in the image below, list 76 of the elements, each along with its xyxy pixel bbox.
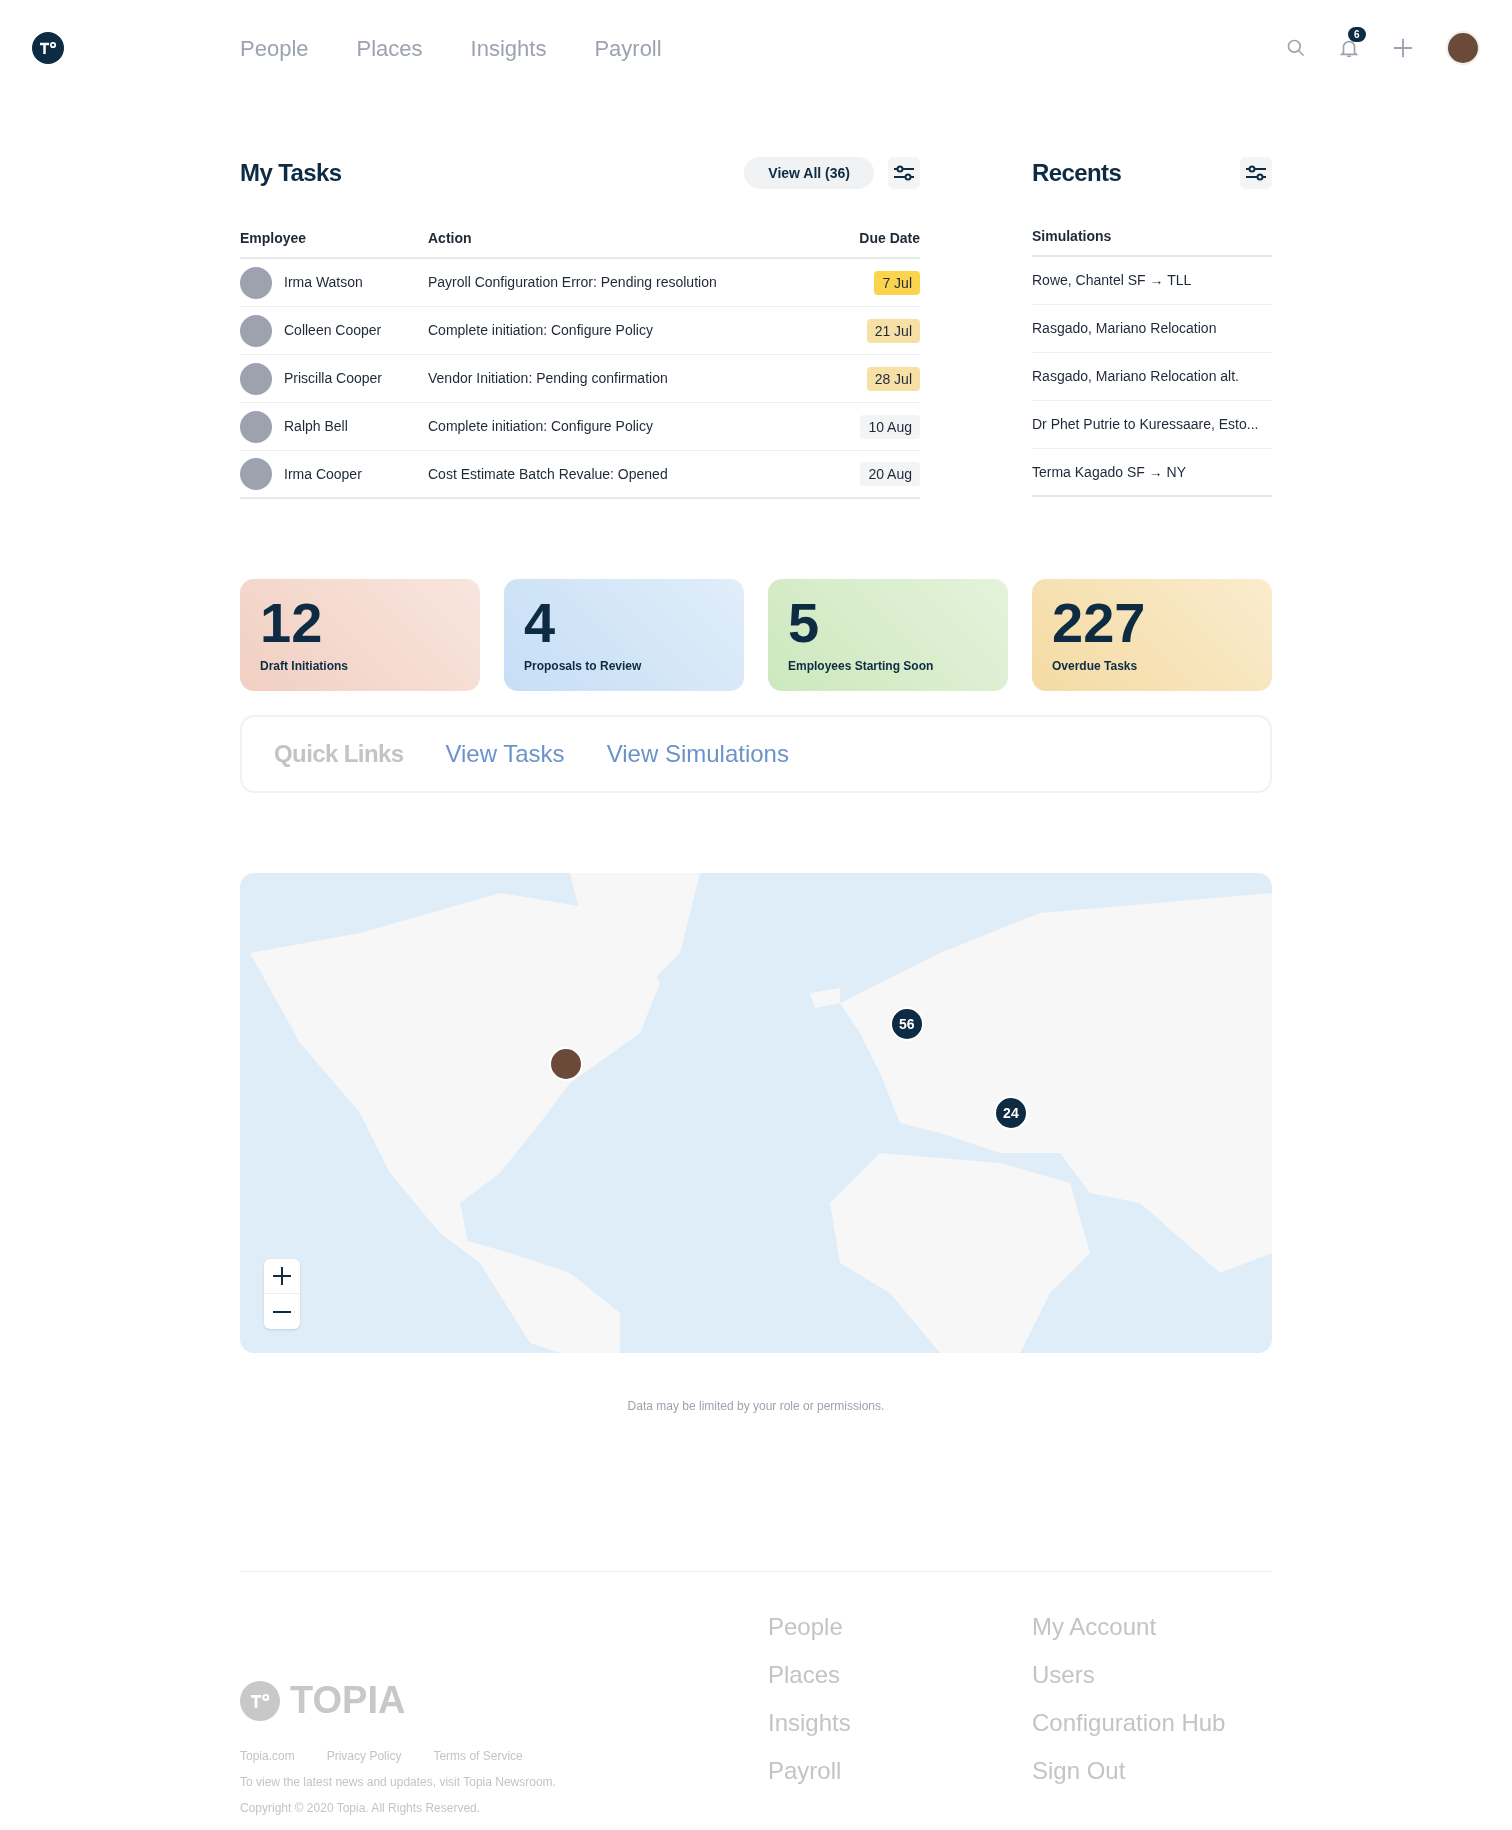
- footer-nav-link[interactable]: Insights: [768, 1708, 1032, 1738]
- stat-value: 12: [260, 591, 324, 655]
- footer-nav-link[interactable]: My Account: [1032, 1612, 1226, 1642]
- footer-nav-link[interactable]: Payroll: [768, 1756, 1032, 1786]
- column-header: Due Date: [859, 229, 920, 248]
- nav-link[interactable]: Places: [356, 31, 423, 65]
- avatar: [240, 362, 272, 395]
- nav-link[interactable]: Insights: [470, 31, 547, 65]
- employee-name: Irma Cooper: [284, 464, 362, 484]
- permissions-note: Data may be limited by your role or permissions.: [626, 1398, 886, 1415]
- quick-links-title: Quick Links: [274, 739, 404, 769]
- column-header: Simulations: [1032, 228, 1112, 244]
- avatar[interactable]: [1446, 31, 1480, 65]
- task-action: Payroll Configuration Error: Pending resolution: [428, 273, 717, 292]
- task-action: Complete initiation: Configure Policy: [428, 417, 653, 436]
- filter-button[interactable]: [1240, 157, 1272, 189]
- stat-card[interactable]: 4 Proposals to Review: [504, 579, 744, 691]
- map[interactable]: 56 24: [240, 873, 1272, 1353]
- nav-link[interactable]: Payroll: [594, 31, 662, 65]
- task-action: Complete initiation: Configure Policy: [428, 321, 653, 340]
- stat-label: Employees Starting Soon: [788, 658, 935, 675]
- view-all-button[interactable]: View All (36): [744, 157, 874, 189]
- stat-card[interactable]: 12 Draft Initiations: [240, 579, 480, 691]
- footer-nav-link[interactable]: Sign Out: [1032, 1756, 1226, 1786]
- stat-card[interactable]: 227 Overdue Tasks: [1032, 579, 1272, 691]
- quick-link[interactable]: View Tasks: [445, 736, 565, 772]
- due-date-tag: 21 Jul: [866, 318, 920, 343]
- nav-link[interactable]: People: [240, 31, 309, 65]
- stat-label: Draft Initiations: [260, 658, 349, 675]
- logo-icon[interactable]: [32, 32, 64, 64]
- footer-link[interactable]: Terms of Service: [433, 1747, 523, 1765]
- sliders-icon: [893, 165, 915, 181]
- employee-name: Ralph Bell: [284, 417, 348, 436]
- simulation-link[interactable]: Rasgado, Mariano Relocation: [1032, 318, 1217, 339]
- news-text: To view the latest news and updates, visit Topia Newsroom.: [240, 1774, 557, 1791]
- employee-name: Irma Watson: [284, 273, 363, 292]
- avatar: [240, 266, 272, 299]
- column-header: Employee: [240, 229, 308, 248]
- employee-name: Colleen Cooper: [284, 321, 382, 340]
- notification-badge: 6: [1348, 27, 1366, 42]
- quick-link[interactable]: View Simulations: [606, 736, 789, 772]
- due-date-tag: 20 Aug: [860, 462, 920, 486]
- column-header: Action: [428, 229, 472, 248]
- footer-nav-link[interactable]: Configuration Hub: [1032, 1708, 1226, 1738]
- footer-link[interactable]: Privacy Policy: [326, 1747, 402, 1765]
- sliders-icon: [1245, 165, 1267, 181]
- due-date-tag: 28 Jul: [866, 366, 920, 391]
- task-action: Cost Estimate Batch Revalue: Opened: [428, 464, 668, 484]
- copyright-text: Copyright © 2020 Topia. All Rights Reserved.: [240, 1800, 482, 1817]
- due-date-tag: 7 Jul: [874, 270, 920, 295]
- avatar: [240, 410, 272, 443]
- simulation-link[interactable]: Rowe, Chantel SF → TLL: [1032, 270, 1192, 291]
- filter-button[interactable]: [888, 157, 920, 189]
- task-action: Vendor Initiation: Pending confirmation: [428, 369, 668, 388]
- footer-nav-link[interactable]: Users: [1032, 1660, 1226, 1690]
- plus-icon: [272, 1266, 292, 1286]
- simulation-link[interactable]: Rasgado, Mariano Relocation alt.: [1032, 366, 1239, 387]
- simulation-link[interactable]: Dr Phet Putrie to Kuressaare, Esto...: [1032, 414, 1259, 435]
- employee-name: Priscilla Cooper: [284, 369, 383, 388]
- stat-value: 227: [1052, 591, 1147, 655]
- simulation-link[interactable]: Terma Kagado SF → NY: [1032, 461, 1187, 483]
- minus-icon: [272, 1309, 292, 1314]
- section-title: Recents: [1032, 158, 1122, 188]
- avatar: [240, 458, 272, 490]
- stat-label: Proposals to Review: [524, 658, 643, 675]
- footer-nav-link[interactable]: People: [768, 1612, 1032, 1642]
- stat-value: 4: [524, 591, 557, 655]
- stat-label: Overdue Tasks: [1052, 658, 1139, 675]
- footer-nav-link[interactable]: Places: [768, 1660, 1032, 1690]
- section-title: My Tasks: [240, 158, 342, 188]
- logo-icon: [240, 1680, 280, 1721]
- due-date-tag: 10 Aug: [860, 414, 920, 439]
- avatar: [240, 314, 272, 347]
- stat-card[interactable]: 5 Employees Starting Soon: [768, 579, 1008, 691]
- stat-value: 5: [788, 591, 821, 655]
- footer-link[interactable]: Topia.com: [240, 1747, 295, 1765]
